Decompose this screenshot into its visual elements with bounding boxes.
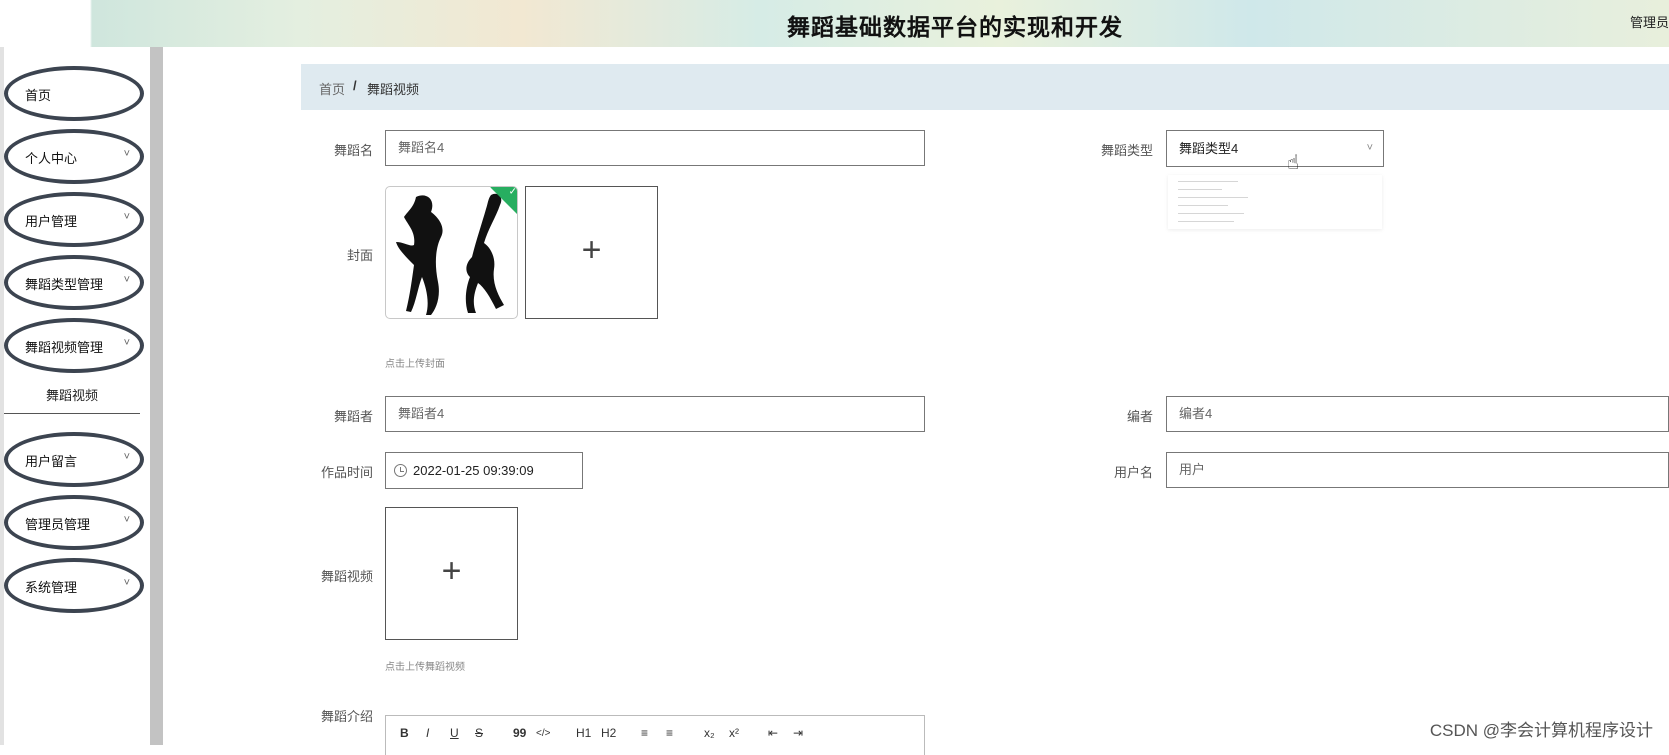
code-icon[interactable]: </> — [536, 728, 550, 739]
dance-type-label: 舞蹈类型 — [1100, 143, 1153, 158]
indent-icon[interactable]: ⇥ — [793, 726, 803, 740]
sidebar-item-users[interactable]: 用户管理 ˅ — [4, 192, 144, 247]
sidebar-item-label: 系统管理 — [25, 580, 78, 595]
heading1-icon[interactable]: H1 — [576, 726, 591, 740]
breadcrumb-separator: / — [353, 78, 357, 93]
sidebar-item-label: 舞蹈类型管理 — [25, 277, 104, 292]
top-header-banner: 舞蹈基础数据平台的实现和开发 管理员 — [0, 0, 1669, 47]
sidebar-subitem-dance-video[interactable]: 舞蹈视频 — [4, 378, 140, 414]
dance-name-label: 舞蹈名 — [333, 143, 373, 158]
sidebar-item-home[interactable]: 首页 — [4, 66, 144, 121]
dance-type-select[interactable]: 舞蹈类型4 ˅ — [1166, 130, 1384, 167]
check-icon: ✓ — [508, 186, 517, 198]
bold-icon[interactable]: B — [400, 726, 409, 740]
ordered-list-icon[interactable]: ≡ — [641, 726, 648, 740]
video-upload-button[interactable]: + — [385, 507, 518, 640]
sidebar-item-dance-types[interactable]: 舞蹈类型管理 ˅ — [4, 255, 144, 310]
chevron-down-icon: ˅ — [1366, 142, 1373, 154]
cover-upload-hint: 点击上传封面 — [385, 359, 445, 370]
sidebar-item-label: 管理员管理 — [25, 517, 91, 532]
chevron-down-icon: ˅ — [123, 211, 130, 223]
breadcrumb-current: 舞蹈视频 — [367, 82, 420, 97]
sidebar-item-profile[interactable]: 个人中心 ˅ — [4, 129, 144, 184]
breadcrumb: 首页 / 舞蹈视频 — [301, 64, 1669, 110]
dancer-input[interactable]: 舞蹈者4 — [385, 396, 925, 432]
sidebar-item-admins[interactable]: 管理员管理 ˅ — [4, 495, 144, 550]
sidebar-item-label: 首页 — [25, 88, 52, 103]
blockquote-icon[interactable]: 99 — [513, 726, 526, 740]
chevron-down-icon: ˅ — [123, 514, 130, 526]
dance-type-value: 舞蹈类型4 — [1179, 141, 1239, 156]
admin-user-label[interactable]: 管理员 — [1630, 12, 1669, 31]
italic-icon[interactable]: I — [426, 726, 429, 740]
intro-rich-text-editor[interactable]: B I U S 99 </> H1 H2 ≡ ≡ x₂ x² ⇤ ⇥ — [385, 715, 925, 755]
dance-name-input[interactable]: 舞蹈名4 — [385, 130, 925, 166]
cover-label: 封面 — [346, 248, 373, 263]
chevron-down-icon: ˅ — [123, 577, 130, 589]
chevron-down-icon: ˅ — [123, 148, 130, 160]
bullet-list-icon[interactable]: ≡ — [666, 726, 673, 740]
superscript-icon[interactable]: x² — [729, 726, 739, 740]
sidebar-item-dance-videos[interactable]: 舞蹈视频管理 ˅ — [4, 318, 144, 373]
app-title: 舞蹈基础数据平台的实现和开发 — [787, 14, 1123, 40]
dancer-silhouette-image — [396, 193, 504, 315]
chevron-down-icon: ˅ — [123, 274, 130, 286]
cover-thumbnail[interactable]: ✓ — [385, 186, 518, 319]
chevron-down-icon: ˅ — [123, 451, 130, 463]
outdent-icon[interactable]: ⇤ — [768, 726, 778, 740]
breadcrumb-home[interactable]: 首页 — [319, 79, 345, 98]
subscript-icon[interactable]: x₂ — [704, 726, 715, 740]
intro-label: 舞蹈介绍 — [320, 709, 373, 724]
sidebar-item-label: 用户留言 — [25, 454, 78, 469]
username-label: 用户名 — [1113, 465, 1153, 480]
csdn-watermark: CSDN @李会计算机程序设计 — [1429, 721, 1653, 740]
sidebar-item-system[interactable]: 系统管理 ˅ — [4, 558, 144, 613]
hand-cursor-icon: ☝ — [1287, 152, 1300, 174]
work-time-label: 作品时间 — [320, 465, 373, 480]
strikethrough-icon[interactable]: S — [475, 726, 483, 740]
video-upload-hint: 点击上传舞蹈视频 — [385, 662, 465, 673]
work-time-picker[interactable]: 2022-01-25 09:39:09 — [385, 452, 583, 489]
heading2-icon[interactable]: H2 — [601, 726, 616, 740]
sidebar-item-label: 个人中心 — [25, 151, 78, 166]
dancer-label: 舞蹈者 — [333, 409, 373, 424]
sidebar-item-label: 舞蹈视频管理 — [25, 340, 104, 355]
choreographer-label: 编者 — [1126, 409, 1153, 424]
clock-icon — [394, 464, 407, 477]
sidebar-item-label: 用户管理 — [25, 214, 78, 229]
sidebar-scrollbar[interactable] — [150, 47, 163, 745]
sidebar-item-messages[interactable]: 用户留言 ˅ — [4, 432, 144, 487]
work-time-value: 2022-01-25 09:39:09 — [413, 463, 534, 478]
video-label: 舞蹈视频 — [320, 569, 373, 584]
chevron-down-icon: ˅ — [123, 337, 130, 349]
underline-icon[interactable]: U — [450, 726, 459, 740]
username-input[interactable]: 用户 — [1166, 452, 1669, 488]
choreographer-input[interactable]: 编者4 — [1166, 396, 1669, 432]
cover-upload-button[interactable]: + — [525, 186, 658, 319]
dance-type-dropdown[interactable] — [1168, 175, 1382, 229]
